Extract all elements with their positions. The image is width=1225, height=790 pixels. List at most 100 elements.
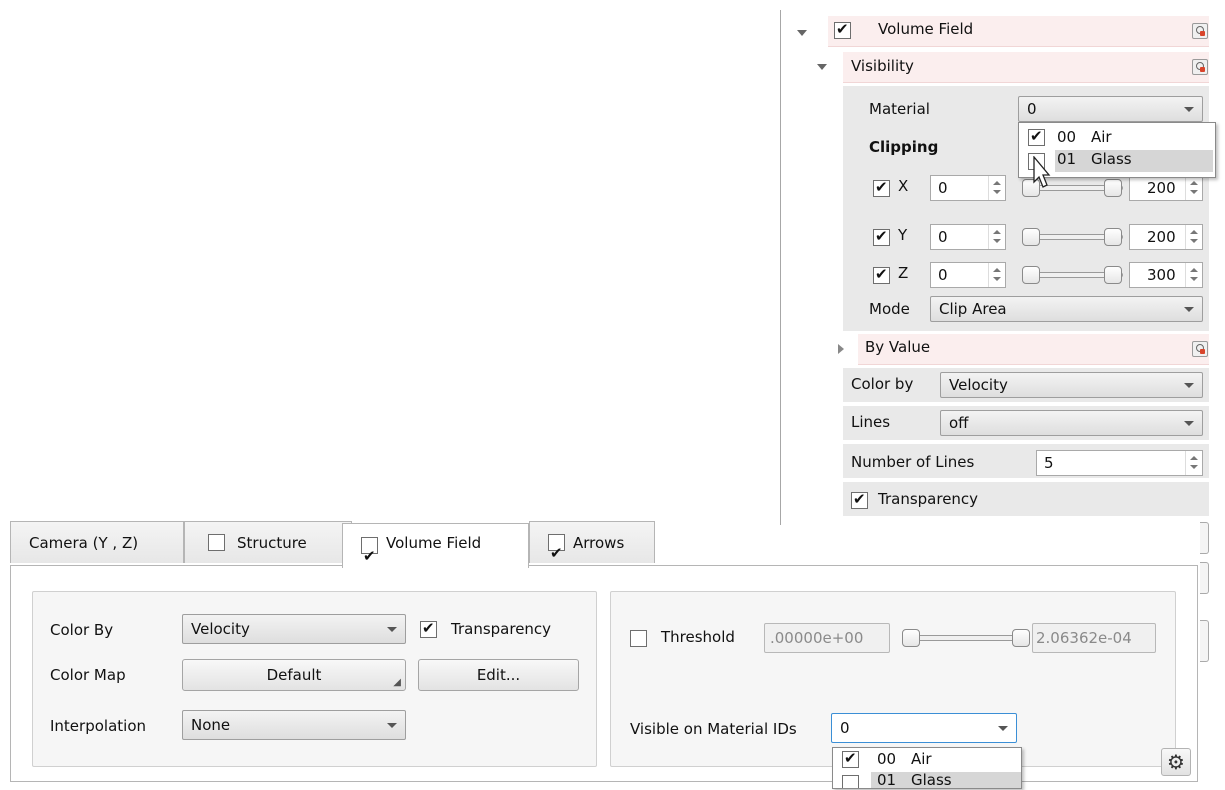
spin-arrows-icon[interactable]: [1185, 451, 1202, 475]
clip-x-min-spinbox[interactable]: 0: [930, 175, 1006, 201]
tab-camera-label: Camera (Y , Z): [29, 534, 139, 552]
clip-x-min-value: 0: [938, 179, 948, 197]
color-by-dropdown[interactable]: Velocity: [182, 614, 406, 644]
clip-x-checkbox[interactable]: [873, 178, 890, 197]
color-by-label: Color by: [851, 375, 914, 393]
clip-x-max-spinbox[interactable]: 200: [1129, 175, 1203, 201]
tab-arrows[interactable]: Arrows: [529, 521, 655, 574]
bottom-panel: Camera (Y , Z) Structure Volume Field Ar…: [10, 520, 1198, 789]
visible-material-value: 0: [840, 719, 850, 737]
material-option-01-highlight[interactable]: [1055, 150, 1213, 172]
clip-z-min-spinbox[interactable]: 0: [930, 262, 1006, 288]
tab-structure-checkbox[interactable]: [208, 534, 225, 551]
transparency-label: Transparency: [451, 620, 552, 638]
mode-label: Mode: [869, 300, 910, 318]
edit-button-label: Edit...: [476, 666, 521, 684]
spin-arrows-icon[interactable]: [1185, 176, 1202, 200]
spin-arrows-icon[interactable]: [1185, 225, 1202, 249]
spin-arrows-icon[interactable]: [988, 225, 1005, 249]
transparency-checkbox[interactable]: [851, 490, 868, 509]
clipping-label: Clipping: [869, 138, 939, 156]
visible-material-option-00-checkbox[interactable]: [842, 749, 859, 768]
clip-y-max-value: 200: [1147, 228, 1176, 246]
clip-y-label: Y: [898, 226, 908, 244]
transparency-label: Transparency: [878, 490, 979, 508]
color-map-label: Color Map: [50, 666, 126, 684]
material-option-00-name: Air: [1091, 128, 1112, 146]
interpolation-value: None: [191, 716, 231, 734]
transparency-checkbox[interactable]: [420, 619, 437, 638]
threshold-min-value: .00000e+00: [770, 629, 864, 647]
clip-y-min-value: 0: [938, 228, 948, 246]
gear-icon: ⚙: [1167, 750, 1185, 774]
spin-arrows-icon[interactable]: [988, 263, 1005, 287]
chevron-down-icon: [998, 726, 1008, 731]
chevron-down-icon: [1184, 383, 1194, 388]
visible-material-dropdown[interactable]: 0: [831, 713, 1017, 743]
color-by-value: Velocity: [191, 620, 250, 638]
clip-y-slider-min-handle[interactable]: [1022, 228, 1040, 246]
chevron-down-icon: [387, 723, 397, 728]
threshold-checkbox[interactable]: [630, 630, 647, 647]
threshold-max-value: 2.06362e-04: [1036, 629, 1132, 647]
expand-by-value-icon[interactable]: [838, 344, 844, 354]
tab-volume-field[interactable]: Volume Field: [342, 523, 529, 577]
volume-field-checkbox[interactable]: [834, 20, 851, 39]
tab-volume-field-checkbox[interactable]: [361, 535, 378, 577]
number-of-lines-spinbox[interactable]: 5: [1036, 450, 1203, 476]
hidden-control-edge: [1200, 620, 1209, 662]
clip-x-max-value: 200: [1147, 179, 1176, 197]
clip-y-min-spinbox[interactable]: 0: [930, 224, 1006, 250]
color-by-dropdown[interactable]: Velocity: [940, 372, 1203, 398]
threshold-slider-max-handle[interactable]: [1012, 629, 1030, 647]
visible-material-option-01-name: Glass: [911, 771, 952, 789]
color-map-button[interactable]: Default ◢: [182, 659, 406, 691]
hidden-control-edge: [1200, 562, 1209, 594]
expand-volume-field-icon[interactable]: [797, 30, 807, 36]
expand-visibility-icon[interactable]: [817, 64, 827, 70]
visibility-reset-icon[interactable]: [1192, 59, 1208, 75]
material-label: Material: [869, 100, 930, 118]
menu-indicator-icon: ◢: [393, 677, 401, 688]
threshold-max-field[interactable]: 2.06362e-04: [1032, 623, 1156, 653]
lines-dropdown[interactable]: off: [940, 410, 1203, 436]
spin-arrows-icon[interactable]: [1185, 263, 1202, 287]
interpolation-label: Interpolation: [50, 717, 146, 735]
clip-x-label: X: [898, 177, 909, 195]
settings-button[interactable]: ⚙: [1161, 748, 1191, 776]
edit-color-map-button[interactable]: Edit...: [418, 659, 579, 691]
clip-x-slider-max-handle[interactable]: [1104, 179, 1122, 197]
volume-field-reset-icon[interactable]: [1192, 23, 1208, 39]
clip-z-slider-max-handle[interactable]: [1104, 266, 1122, 284]
clip-z-max-spinbox[interactable]: 300: [1129, 262, 1203, 288]
property-panel: Volume Field Visibility Material 0 Clipp…: [780, 10, 1225, 662]
mode-dropdown[interactable]: Clip Area: [930, 296, 1203, 322]
threshold-slider-track[interactable]: [906, 635, 1026, 641]
visible-material-option-01-checkbox[interactable]: [842, 775, 859, 788]
visible-material-option-01-id: 01: [877, 771, 897, 789]
threshold-label: Threshold: [661, 628, 735, 646]
color-by-label: Color By: [50, 621, 114, 639]
threshold-slider-min-handle[interactable]: [902, 629, 920, 647]
clip-y-checkbox[interactable]: [873, 227, 890, 246]
clip-z-label: Z: [898, 264, 909, 282]
threshold-min-field[interactable]: .00000e+00: [764, 623, 890, 653]
material-dropdown[interactable]: 0: [1018, 96, 1203, 122]
clip-z-checkbox[interactable]: [873, 265, 890, 284]
material-option-00-id: 00: [1057, 128, 1077, 146]
clip-z-slider-min-handle[interactable]: [1022, 266, 1040, 284]
material-option-00-checkbox[interactable]: [1028, 127, 1045, 146]
tab-arrows-checkbox[interactable]: [548, 532, 565, 574]
clip-y-max-spinbox[interactable]: 200: [1129, 224, 1203, 250]
tab-structure[interactable]: Structure: [184, 521, 352, 563]
lines-value: off: [949, 414, 969, 432]
tab-camera[interactable]: Camera (Y , Z): [10, 521, 184, 563]
chevron-down-icon: [1184, 421, 1194, 426]
spin-arrows-icon[interactable]: [988, 176, 1005, 200]
material-value: 0: [1027, 100, 1037, 118]
visibility-label: Visibility: [851, 57, 914, 75]
material-option-01-id: 01: [1057, 150, 1077, 168]
clip-y-slider-max-handle[interactable]: [1104, 228, 1122, 246]
by-value-reset-icon[interactable]: [1192, 341, 1208, 357]
interpolation-dropdown[interactable]: None: [182, 710, 406, 740]
